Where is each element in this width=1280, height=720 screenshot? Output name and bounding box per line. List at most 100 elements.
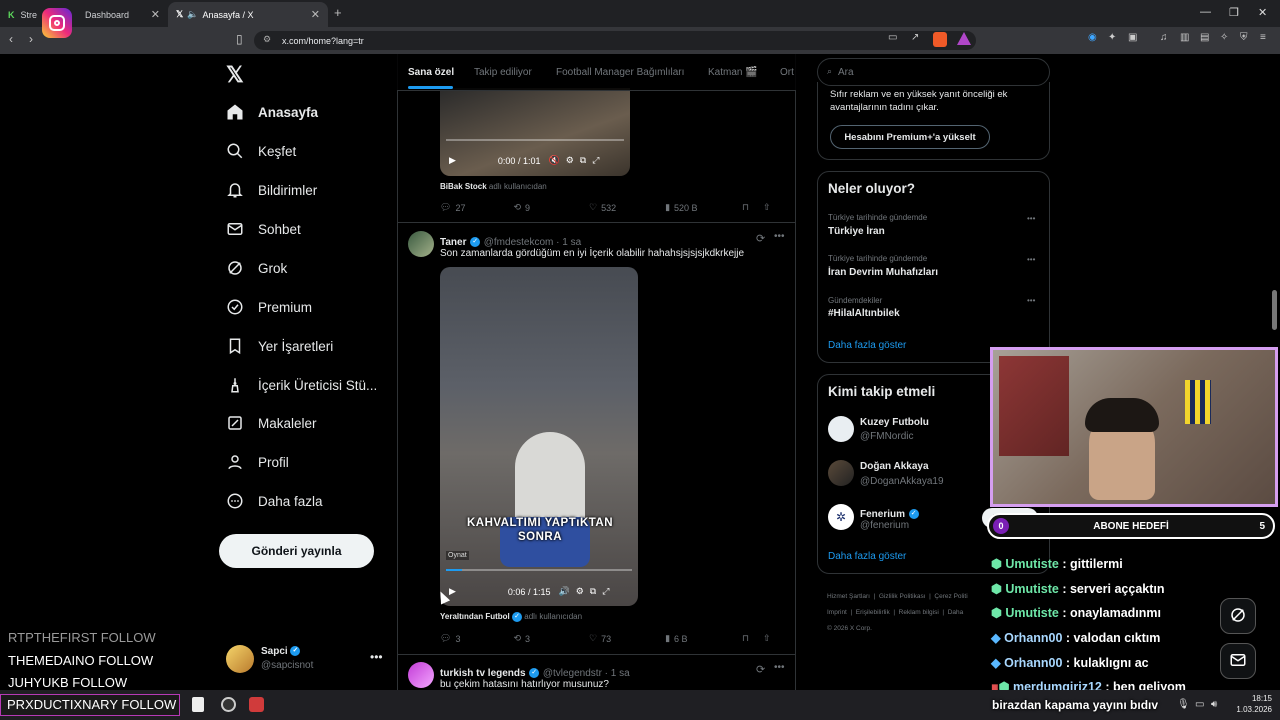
close-window-icon[interactable]: ✕: [1258, 6, 1267, 19]
network-icon[interactable]: ▭: [1195, 699, 1204, 710]
footer-link[interactable]: Imprint: [827, 609, 847, 616]
author-name[interactable]: turkish tv legends: [440, 668, 526, 679]
footer-link[interactable]: Çerez Politi: [934, 593, 967, 600]
avatar[interactable]: [408, 231, 434, 257]
suggest-name[interactable]: Fenerium: [860, 509, 905, 520]
wallet-icon[interactable]: ▤: [1200, 32, 1209, 43]
trend-more-icon[interactable]: •••: [1027, 214, 1035, 223]
avatar[interactable]: [226, 645, 254, 673]
settings-icon[interactable]: ⚙: [576, 586, 584, 597]
share-tweet-icon[interactable]: ⇧: [763, 633, 771, 644]
new-tab-button[interactable]: +: [334, 5, 342, 20]
app-icon[interactable]: [249, 697, 264, 712]
sidebar-item-profile[interactable]: Profil: [226, 450, 289, 474]
reply-icon[interactable]: 💬︎: [440, 202, 451, 213]
tab-for-you[interactable]: Sana özel: [408, 67, 454, 78]
footer-link[interactable]: Erişilebilirlik: [856, 609, 890, 616]
avatar[interactable]: ✲: [828, 504, 854, 530]
x-home-logo[interactable]: 𝕏: [226, 62, 244, 88]
brave-shields-icon[interactable]: [933, 32, 947, 47]
sidebar-item-grok[interactable]: Grok: [226, 256, 287, 280]
minimize-icon[interactable]: —: [1200, 6, 1211, 18]
author-handle[interactable]: @fmdestekcom · 1 sa: [484, 237, 581, 248]
sidebar-item-notifications[interactable]: Bildirimler: [226, 178, 317, 202]
brave-rewards-icon[interactable]: [957, 32, 971, 45]
pip-icon[interactable]: ⧉: [580, 155, 586, 166]
trend-more-icon[interactable]: •••: [1027, 296, 1035, 305]
trend-more-icon[interactable]: •••: [1027, 255, 1035, 264]
source-name[interactable]: BiBak Stock: [440, 182, 487, 191]
tab-dashboard[interactable]: K Stre Dashboard ✕: [0, 2, 168, 27]
views-icon[interactable]: ▮: [665, 633, 670, 644]
settings-icon[interactable]: ⚙: [566, 155, 574, 166]
like-icon[interactable]: ♡: [589, 633, 597, 644]
upgrade-premium-button[interactable]: Hesabını Premium+'a yükselt: [830, 125, 990, 149]
trend-name[interactable]: Türkiye İran: [828, 226, 885, 237]
sidebar-item-messages[interactable]: Sohbet: [226, 217, 301, 241]
suggest-name-row[interactable]: Fenerium ✓: [860, 505, 919, 520]
play-icon[interactable]: ▶: [449, 586, 456, 597]
like-icon[interactable]: ♡: [589, 202, 597, 213]
sidebar-item-bookmarks[interactable]: Yer İşaretleri: [226, 334, 333, 358]
share-icon[interactable]: ↗: [911, 32, 919, 43]
cast-icon[interactable]: ▭: [888, 32, 897, 43]
grok-tweet-icon[interactable]: ⟳: [756, 663, 765, 676]
account-menu-icon[interactable]: •••: [370, 650, 383, 664]
reply-icon[interactable]: 💬︎: [440, 633, 451, 644]
account-name[interactable]: Sapci ✓: [261, 646, 301, 657]
avatar[interactable]: [828, 416, 854, 442]
tweet-more-icon[interactable]: •••: [774, 662, 785, 673]
audio-icon[interactable]: ◉: [1088, 32, 1097, 43]
close-tab-icon[interactable]: ✕: [311, 8, 320, 21]
tab-katman[interactable]: Katman 🎬: [708, 67, 758, 78]
back-icon[interactable]: ‹: [9, 32, 13, 46]
maximize-icon[interactable]: ❐: [1229, 6, 1239, 19]
play-icon[interactable]: ▶: [449, 155, 456, 166]
video-player[interactable]: [440, 267, 638, 606]
leo-icon[interactable]: ✧: [1220, 32, 1228, 43]
source-name[interactable]: Yeraltından Futbol: [440, 612, 510, 621]
suggest-name[interactable]: Kuzey Futbolu: [860, 417, 929, 428]
forward-icon[interactable]: ›: [29, 32, 33, 46]
screenshot-icon[interactable]: ▣: [1128, 32, 1137, 43]
tab-ort[interactable]: Ort: [780, 67, 795, 78]
tab-fm-community[interactable]: Football Manager Bağımlıları: [556, 67, 684, 78]
video-source[interactable]: BiBak Stock adlı kullanıcıdan: [440, 182, 547, 191]
fullscreen-icon[interactable]: ⤢: [592, 155, 599, 166]
fullscreen-icon[interactable]: ⤢: [602, 586, 609, 597]
sidebar-item-articles[interactable]: Makaleler: [226, 411, 317, 435]
clock[interactable]: 18:15 1.03.2026: [1232, 693, 1272, 715]
file-explorer-icon[interactable]: [192, 697, 204, 712]
messages-float-button[interactable]: [1220, 643, 1256, 679]
grok-tweet-icon[interactable]: ⟳: [756, 232, 765, 245]
show-more-trends[interactable]: Daha fazla göster: [828, 340, 906, 351]
post-button[interactable]: Gönderi yayınla: [219, 534, 374, 568]
tab-following[interactable]: Takip ediliyor: [474, 67, 532, 78]
suggest-name[interactable]: Doğan Akkaya: [860, 461, 929, 472]
bookmark-page-icon[interactable]: ▯: [236, 32, 243, 46]
share-tweet-icon[interactable]: ⇧: [763, 202, 771, 213]
mute-icon[interactable]: 🔇: [548, 155, 559, 166]
footer-link[interactable]: Hizmet Şartları: [827, 593, 870, 600]
retweet-icon[interactable]: ⟲: [513, 202, 521, 213]
avatar[interactable]: [828, 460, 854, 486]
bookmark-tweet-icon[interactable]: ⊓: [742, 202, 749, 213]
video-progress-bar[interactable]: [446, 569, 632, 571]
footer-link[interactable]: Reklam bilgisi: [899, 609, 939, 616]
views-icon[interactable]: ▮: [665, 202, 670, 213]
tweet-more-icon[interactable]: •••: [774, 231, 785, 242]
sidebar-toggle-icon[interactable]: ▥: [1180, 32, 1189, 43]
extensions-icon[interactable]: ✦: [1108, 32, 1116, 43]
close-tab-icon[interactable]: ✕: [151, 8, 160, 21]
vpn-icon[interactable]: ⛨: [1240, 32, 1248, 43]
music-icon[interactable]: ♫: [1160, 32, 1168, 43]
menu-icon[interactable]: ≡: [1260, 32, 1266, 43]
footer-link[interactable]: Gizlilik Politikası: [879, 593, 926, 600]
page-scrollbar[interactable]: [1272, 290, 1277, 330]
video-progress-bar[interactable]: [446, 139, 624, 141]
pip-icon[interactable]: ⧉: [590, 586, 596, 597]
video-source[interactable]: Yeraltından Futbol ✓ adlı kullanıcıdan: [440, 612, 582, 622]
retweet-icon[interactable]: ⟲: [513, 633, 521, 644]
avatar[interactable]: [408, 662, 434, 688]
sidebar-item-premium[interactable]: Premium: [226, 295, 312, 319]
